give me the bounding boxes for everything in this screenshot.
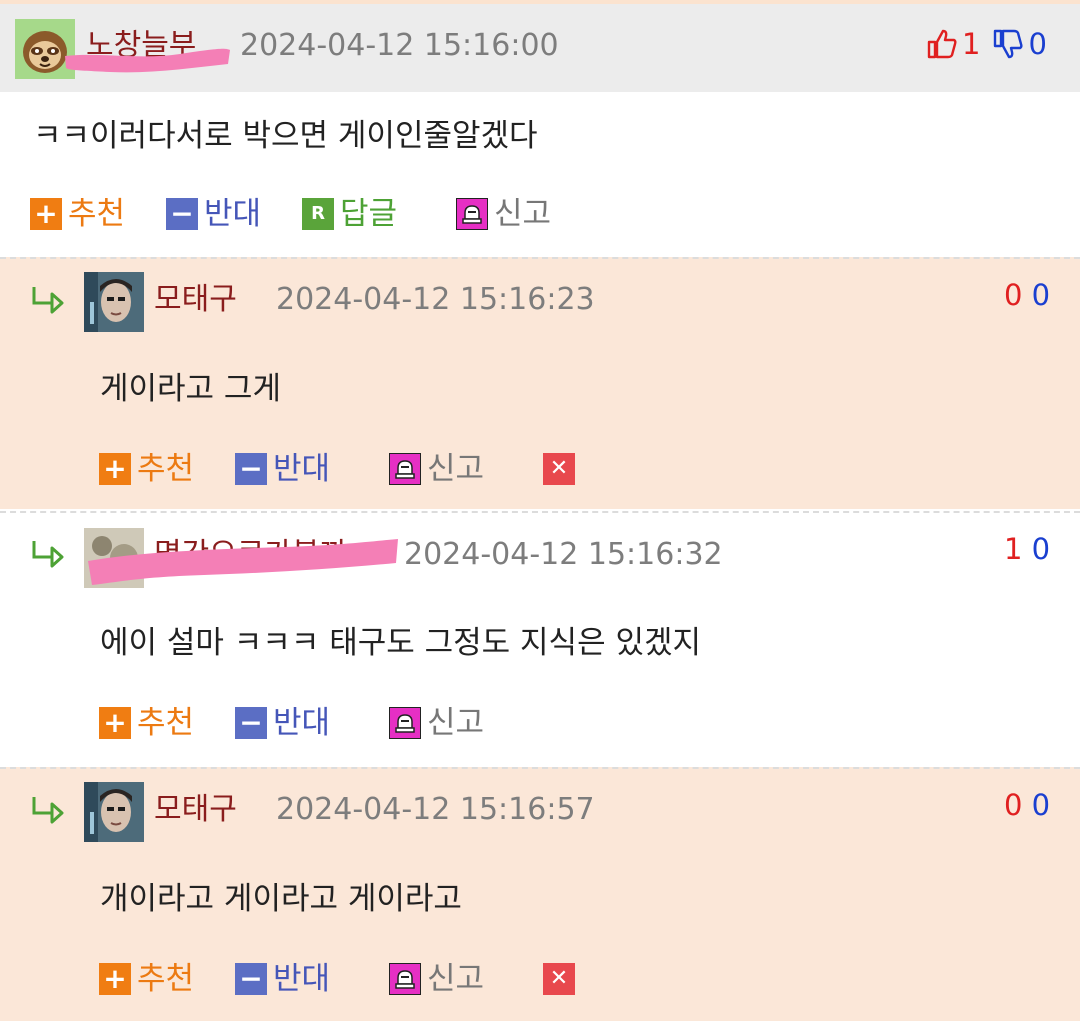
recommend-button[interactable]: + 추천 (99, 703, 194, 743)
divider (0, 257, 1080, 259)
oppose-label: 반대 (273, 961, 331, 997)
sloth-avatar-icon (15, 19, 75, 79)
reply-author[interactable]: 모태구 (154, 282, 237, 318)
downvote-count: 0 (1031, 532, 1051, 566)
reply-text: 게이라고 그게 (100, 371, 281, 407)
reply-arrow-icon (32, 797, 64, 824)
downvote-count: 0 (1031, 278, 1051, 312)
recommend-button[interactable]: + 추천 (99, 959, 194, 999)
siren-icon (389, 453, 421, 485)
reply-votes: 0 0 (1004, 787, 1050, 823)
plus-icon: + (99, 707, 131, 739)
reply-author[interactable]: 모태구 (154, 792, 237, 828)
recommend-label: 추천 (137, 961, 195, 997)
minus-icon: − (235, 453, 267, 485)
downvote-count: 0 (1028, 27, 1047, 61)
plus-icon: + (99, 963, 131, 995)
face-avatar-icon (84, 272, 144, 332)
avatar-image-icon (84, 528, 144, 588)
minus-icon: − (166, 198, 198, 230)
reply-arrow-icon (32, 287, 64, 314)
comment-actions: + 추천 − 반대 R 답글 신고 (30, 194, 630, 234)
avatar[interactable] (84, 528, 144, 588)
comment-header: 노창늘부 2024-04-12 15:16:00 1 0 (0, 4, 1080, 92)
siren-icon (456, 198, 488, 230)
upvote-count: 0 (1004, 278, 1023, 312)
oppose-button[interactable]: − 반대 (235, 703, 330, 743)
avatar[interactable] (84, 272, 144, 332)
reply-author[interactable]: 명간으로가볼까 (154, 537, 347, 573)
comment-date: 2024-04-12 15:16:00 (240, 28, 559, 63)
delete-button[interactable]: ✕ (543, 449, 575, 489)
minus-icon: − (235, 707, 267, 739)
reply-text: 에이 설마 ㅋㅋㅋ 태구도 그정도 지식은 있겠지 (100, 625, 702, 661)
divider (0, 767, 1080, 769)
vote-counts: 1 0 (926, 26, 1047, 62)
thumbs-up-icon[interactable] (926, 28, 958, 60)
oppose-label: 반대 (273, 451, 331, 487)
report-button[interactable]: 신고 (389, 703, 484, 743)
reply-r-icon: R (302, 198, 334, 230)
reply-item: 모태구 2024-04-12 15:16:23 0 0 게이라고 그게 + 추천… (0, 257, 1080, 509)
recommend-label: 추천 (137, 451, 195, 487)
reply-votes: 1 0 (1004, 531, 1050, 567)
report-button[interactable]: 신고 (389, 959, 484, 999)
delete-x-icon: ✕ (543, 963, 575, 995)
oppose-button[interactable]: − 반대 (235, 449, 330, 489)
reply-actions: + 추천 − 반대 신고 ✕ (99, 959, 599, 999)
avatar[interactable] (84, 782, 144, 842)
recommend-label: 추천 (137, 705, 195, 741)
siren-icon (389, 707, 421, 739)
recommend-button[interactable]: + 추천 (30, 194, 125, 234)
reply-text: 개이라고 게이라고 게이라고 (100, 881, 462, 917)
comment-text: ㅋㅋ이러다서로 박으면 게이인줄알겠다 (33, 118, 538, 154)
reply-date: 2024-04-12 15:16:57 (276, 792, 595, 827)
delete-button[interactable]: ✕ (543, 959, 575, 999)
face-avatar-icon (84, 782, 144, 842)
reply-votes: 0 0 (1004, 277, 1050, 313)
report-label: 신고 (427, 961, 485, 997)
thumbs-down-icon[interactable] (992, 28, 1024, 60)
oppose-label: 반대 (273, 705, 331, 741)
minus-icon: − (235, 963, 267, 995)
oppose-button[interactable]: − 반대 (235, 959, 330, 999)
upvote-count: 0 (1004, 788, 1023, 822)
reply-label: 답글 (340, 196, 398, 232)
upvote-count: 1 (1004, 532, 1023, 566)
recommend-label: 추천 (68, 196, 126, 232)
reply-actions: + 추천 − 반대 신고 ✕ (99, 449, 599, 489)
downvote-count: 0 (1031, 788, 1051, 822)
reply-date: 2024-04-12 15:16:32 (404, 537, 723, 572)
report-label: 신고 (427, 705, 485, 741)
avatar[interactable] (15, 19, 75, 79)
recommend-button[interactable]: + 추천 (99, 449, 194, 489)
oppose-label: 반대 (204, 196, 262, 232)
report-label: 신고 (427, 451, 485, 487)
divider (0, 511, 1080, 513)
reply-date: 2024-04-12 15:16:23 (276, 282, 595, 317)
reply-item: 명간으로가볼까 2024-04-12 15:16:32 1 0 에이 설마 ㅋㅋ… (0, 511, 1080, 765)
comment-author[interactable]: 노창늘부 (86, 28, 196, 64)
oppose-button[interactable]: − 반대 (166, 194, 261, 234)
report-button[interactable]: 신고 (456, 194, 551, 234)
reply-button[interactable]: R 답글 (302, 194, 397, 234)
siren-icon (389, 963, 421, 995)
report-label: 신고 (494, 196, 552, 232)
reply-item: 모태구 2024-04-12 15:16:57 0 0 개이라고 게이라고 게이… (0, 767, 1080, 1021)
delete-x-icon: ✕ (543, 453, 575, 485)
plus-icon: + (99, 453, 131, 485)
upvote-count: 1 (962, 27, 981, 61)
reply-actions: + 추천 − 반대 신고 (99, 703, 599, 743)
report-button[interactable]: 신고 (389, 449, 484, 489)
plus-icon: + (30, 198, 62, 230)
reply-arrow-icon (32, 541, 64, 568)
